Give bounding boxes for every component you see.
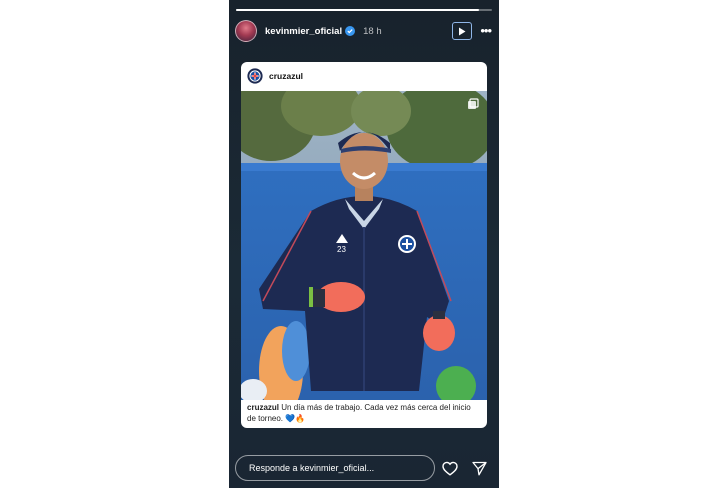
avatar[interactable]	[235, 20, 257, 42]
story-timestamp: 18 h	[363, 25, 382, 37]
play-button[interactable]	[452, 22, 473, 40]
more-icon[interactable]: •••	[480, 24, 492, 37]
post-header: cruzazul	[241, 62, 487, 90]
send-icon[interactable]	[472, 461, 487, 476]
story-username[interactable]: kevinmier_oficial	[265, 26, 342, 37]
post-caption: cruzazul Un día más de trabajo. Cada vez…	[247, 403, 481, 424]
story-footer: Responde a kevinmier_oficial...	[235, 454, 491, 482]
story-header: kevinmier_oficial 18 h •••	[235, 20, 492, 42]
story-progress-fill	[236, 9, 480, 11]
heart-icon[interactable]	[442, 461, 458, 476]
play-icon	[459, 27, 466, 35]
reply-input[interactable]: Responde a kevinmier_oficial...	[235, 455, 435, 481]
caption-emojis: 💙🔥	[285, 413, 306, 423]
jersey-number: 23	[337, 245, 346, 254]
story-viewer: kevinmier_oficial 18 h ••• cruzazul 23 c…	[229, 0, 499, 488]
reply-placeholder: Responde a kevinmier_oficial...	[249, 463, 375, 473]
shared-post-card[interactable]: cruzazul 23 cruzazul Un día más de traba…	[241, 62, 487, 428]
caption-username: cruzazul	[247, 403, 280, 412]
story-progress-bar	[236, 9, 492, 11]
post-username[interactable]: cruzazul	[269, 71, 303, 81]
verified-icon	[345, 26, 356, 36]
multi-image-icon	[468, 98, 479, 109]
caption-text: Un día más de trabajo. Cada vez más cerc…	[247, 403, 471, 423]
post-photo: 23	[241, 91, 487, 400]
cruz-azul-logo	[247, 68, 263, 84]
